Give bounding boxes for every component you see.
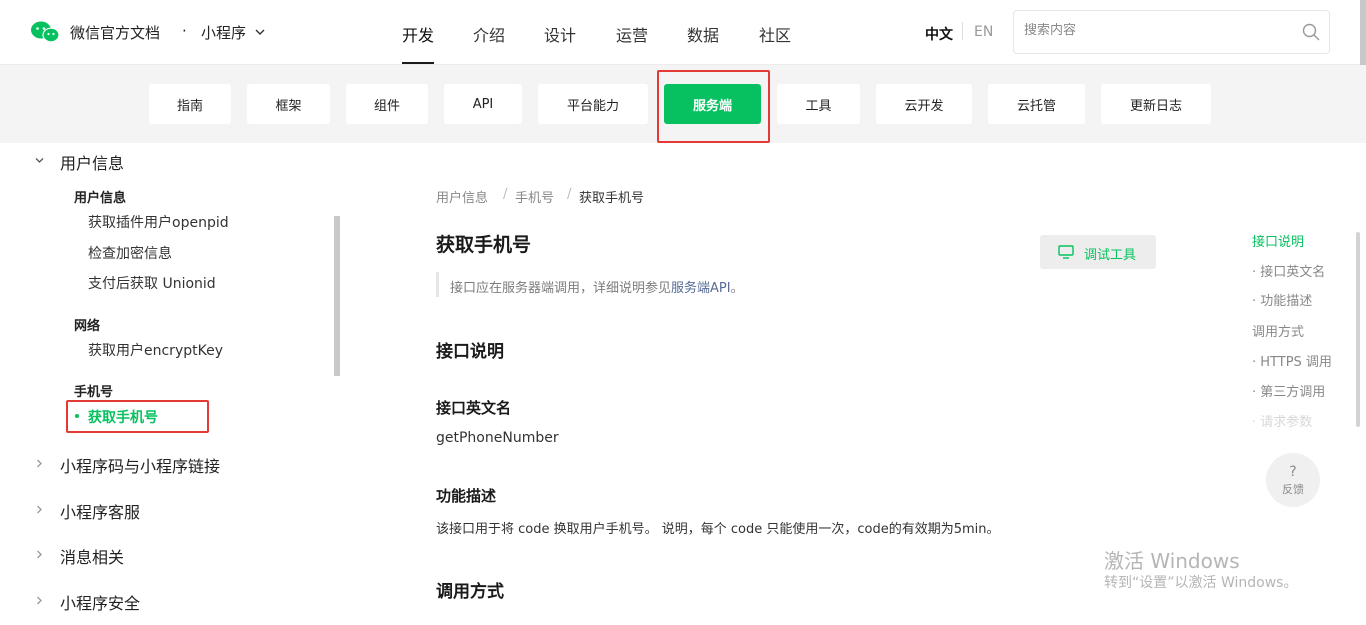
chevron-right-icon[interactable] <box>35 550 44 559</box>
sidebar-item-unionid[interactable]: 支付后获取 Unionid <box>88 273 216 293</box>
debug-tool-button[interactable]: 调试工具 <box>1040 235 1156 269</box>
monitor-icon <box>1058 245 1074 259</box>
chevron-right-icon[interactable] <box>35 596 44 605</box>
server-call-note: 接口应在服务器端调用，详细说明参见服务端API。 <box>450 277 744 296</box>
note-text: 接口应在服务器端调用，详细说明参见 <box>450 281 672 296</box>
windows-activation-title: 激活 Windows <box>1104 549 1240 573</box>
page-title: 获取手机号 <box>436 234 532 256</box>
sidebar-group-user-info: 用户信息 <box>74 191 127 206</box>
chevron-right-icon[interactable] <box>35 459 44 468</box>
toc-item-interface-desc[interactable]: 接口说明 <box>1252 231 1304 250</box>
chip-cloud-hosting[interactable]: 云托管 <box>988 84 1085 124</box>
product-switcher[interactable]: 小程序 <box>201 22 246 43</box>
heading-function-desc: 功能描述 <box>436 487 497 505</box>
toc-item-function-desc[interactable]: · 功能描述 <box>1252 290 1312 309</box>
toc-item-https[interactable]: · HTTPS 调用 <box>1252 351 1332 370</box>
breadcrumb-phone[interactable]: 手机号 <box>515 187 554 206</box>
breadcrumb-separator: / <box>567 187 572 202</box>
chip-changelog[interactable]: 更新日志 <box>1101 84 1211 124</box>
nav-intro[interactable]: 介绍 <box>473 22 505 46</box>
search-input[interactable] <box>1024 23 1284 38</box>
sidebar-section-qrcode[interactable]: 小程序码与小程序链接 <box>60 453 220 477</box>
note-accent-bar <box>436 272 439 297</box>
nav-design[interactable]: 设计 <box>544 22 576 46</box>
debug-tool-label: 调试工具 <box>1084 248 1137 263</box>
sidebar-group-network: 网络 <box>74 319 101 334</box>
heading-call-method: 调用方式 <box>436 582 504 602</box>
breadcrumb-current: 获取手机号 <box>579 191 645 206</box>
nav-develop[interactable]: 开发 <box>402 22 434 46</box>
breadcrumb-user-info[interactable]: 用户信息 <box>436 187 488 206</box>
chip-framework[interactable]: 框架 <box>247 84 330 124</box>
nav-community[interactable]: 社区 <box>759 22 791 46</box>
chevron-right-icon[interactable] <box>35 505 44 514</box>
top-header: 微信官方文档 · 小程序 开发 介绍 设计 运营 数据 社区 中文 EN <box>0 0 1366 65</box>
sidebar-item-encryptkey[interactable]: 获取用户encryptKey <box>88 340 223 360</box>
lang-zh-link[interactable]: 中文 <box>925 24 953 44</box>
sidebar-group-phone: 手机号 <box>74 385 114 400</box>
feedback-label: 反馈 <box>1282 482 1304 496</box>
sidebar-item-openpid[interactable]: 获取插件用户openpid <box>88 212 229 232</box>
chevron-down-icon[interactable] <box>255 27 265 37</box>
note-suffix: 。 <box>730 281 744 296</box>
chip-tools[interactable]: 工具 <box>777 84 860 124</box>
nav-data[interactable]: 数据 <box>687 22 719 46</box>
chip-guide[interactable]: 指南 <box>149 84 231 124</box>
heading-interface-desc: 接口说明 <box>436 342 504 362</box>
question-icon: ? <box>1289 463 1297 480</box>
sidebar-section-user-info[interactable]: 用户信息 <box>60 150 124 174</box>
toc-item-api-name[interactable]: · 接口英文名 <box>1252 261 1325 280</box>
feedback-button[interactable]: ? 反馈 <box>1266 453 1320 507</box>
windows-activation-hint: 转到“设置”以激活 Windows。 <box>1104 575 1298 591</box>
sidebar-section-security[interactable]: 小程序安全 <box>60 590 140 614</box>
nav-active-indicator <box>402 62 434 64</box>
server-api-link[interactable]: 服务端API <box>671 281 731 296</box>
brand-title[interactable]: 微信官方文档 <box>70 22 160 43</box>
highlight-sidebar-item <box>66 400 209 433</box>
toc-item-request-params[interactable]: · 请求参数 <box>1252 411 1312 430</box>
chevron-down-icon[interactable] <box>35 156 44 165</box>
sidebar-item-check-encrypt[interactable]: 检查加密信息 <box>88 243 172 263</box>
heading-api-name: 接口英文名 <box>436 399 512 417</box>
chip-api[interactable]: API <box>444 84 522 124</box>
api-name-value: getPhoneNumber <box>436 430 559 446</box>
nav-operate[interactable]: 运营 <box>616 22 648 46</box>
chip-cloud-dev[interactable]: 云开发 <box>876 84 972 124</box>
function-desc-text: 该接口用于将 code 换取用户手机号。 说明，每个 code 只能使用一次，c… <box>436 522 1000 537</box>
search-box[interactable] <box>1013 10 1330 54</box>
highlight-server-tab <box>657 70 770 143</box>
lang-divider <box>962 22 963 40</box>
sidebar-section-messages[interactable]: 消息相关 <box>60 544 124 568</box>
sidebar-section-service[interactable]: 小程序客服 <box>60 499 140 523</box>
toc-scrollbar[interactable] <box>1356 232 1360 427</box>
chip-components[interactable]: 组件 <box>346 84 428 124</box>
search-icon[interactable] <box>1302 23 1320 41</box>
toc-item-third-party[interactable]: · 第三方调用 <box>1252 381 1325 400</box>
toc-item-call-method[interactable]: 调用方式 <box>1252 321 1304 340</box>
brand-separator: · <box>182 22 187 40</box>
lang-en-link[interactable]: EN <box>974 24 993 40</box>
chip-platform[interactable]: 平台能力 <box>538 84 648 124</box>
wechat-logo-icon[interactable] <box>30 20 60 44</box>
breadcrumb-separator: / <box>503 187 508 202</box>
